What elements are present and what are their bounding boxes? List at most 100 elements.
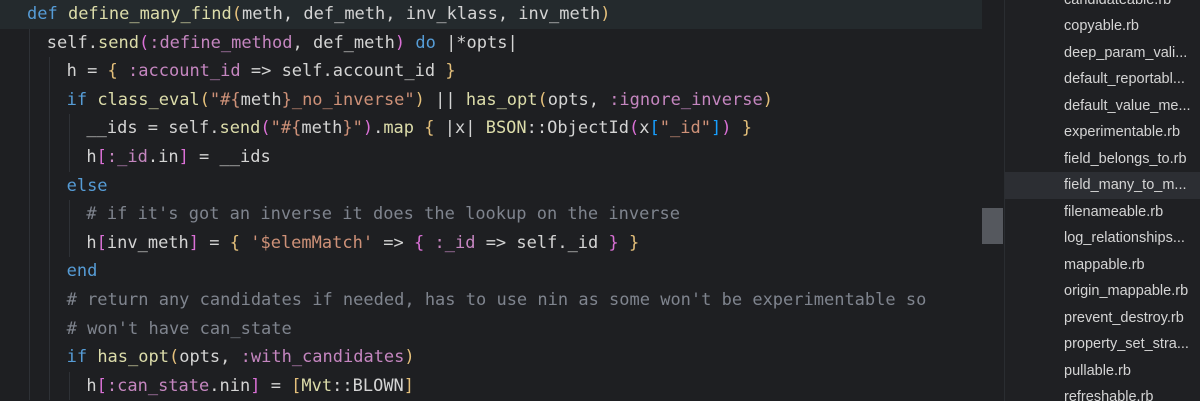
code-token: }" [342, 118, 363, 139]
code-editor[interactable]: def define_many_find(meth, def_meth, inv… [0, 0, 982, 401]
file-tree-item[interactable]: field_belongs_to.rb [1005, 146, 1200, 173]
file-tree-item[interactable]: refreshable.rb [1005, 384, 1200, 401]
code-token: = [199, 232, 230, 253]
code-text: # if it's got an inverse it does the loo… [86, 200, 680, 229]
code-token: opts, [547, 89, 610, 110]
code-text: else [67, 172, 108, 201]
code-token: } [445, 61, 456, 82]
file-tree-item[interactable]: deep_param_vali... [1005, 40, 1200, 67]
code-token: meth, def_meth, inv_klass, inv_meth [241, 4, 601, 24]
code-token: if [66, 89, 98, 110]
code-token: } [608, 232, 619, 253]
indent-guide [48, 57, 50, 86]
code-token: has_opt [97, 347, 169, 368]
file-name: prevent_destroy.rb [1064, 309, 1184, 326]
file-tree-item[interactable]: filenameable.rb [1005, 199, 1200, 226]
code-token: [ [649, 118, 660, 139]
code-line[interactable]: # if it's got an inverse it does the loo… [0, 200, 982, 229]
code-token: } [731, 118, 752, 139]
indent-guide [48, 371, 50, 401]
editor-scrollbar-track[interactable] [982, 0, 1004, 401]
code-token: send [219, 118, 261, 139]
code-line[interactable]: def define_many_find(meth, def_meth, inv… [0, 0, 982, 29]
code-token: "_id" [659, 118, 711, 139]
indent-guide [29, 257, 30, 286]
code-token: send [98, 32, 139, 53]
file-tree-item[interactable]: default_reportabl... [1005, 66, 1200, 93]
code-token: ] [403, 375, 415, 396]
code-line[interactable]: # won't have can_state [0, 314, 982, 344]
indent-guide [29, 85, 30, 115]
code-token: :_id [424, 232, 476, 253]
code-line[interactable]: self.send(:define_method, def_meth) do |… [0, 28, 982, 58]
code-token: ( [231, 4, 242, 24]
file-name: field_belongs_to.rb [1064, 150, 1187, 167]
code-token: { [107, 61, 118, 82]
code-token: def [27, 4, 68, 24]
file-tree-item[interactable]: default_value_me... [1005, 93, 1200, 120]
code-token: has_opt [465, 89, 538, 110]
code-token: ( [260, 118, 271, 139]
code-token: map [383, 118, 415, 139]
file-name: default_reportabl... [1064, 71, 1185, 87]
code-text: h[:can_state.nin] = [Mvt::BLOWN] [86, 372, 414, 401]
code-line[interactable]: h[:_id.in] = __ids [0, 143, 982, 172]
code-token: end [66, 261, 98, 282]
file-name: refreshable.rb [1064, 389, 1154, 401]
code-token: h = [66, 61, 108, 82]
code-line[interactable]: __ids = self.send("#{meth}").map { |x| B… [0, 114, 982, 143]
code-token: do [405, 32, 447, 53]
file-name: default_value_me... [1064, 97, 1191, 114]
code-line[interactable]: else [0, 171, 982, 201]
file-name: property_set_stra... [1064, 336, 1189, 352]
code-token: :_id [106, 147, 148, 167]
code-token: '$elemMatch' [240, 232, 374, 253]
file-tree-item[interactable]: log_relationships... [1005, 225, 1200, 252]
file-tree-item[interactable]: copyable.rb [1005, 13, 1200, 40]
code-token: x [639, 118, 650, 139]
code-line[interactable]: h[:can_state.nin] = [Mvt::BLOWN] [0, 371, 982, 401]
indent-guide [68, 200, 70, 229]
code-token: = __ids [188, 147, 271, 167]
file-tree-item[interactable]: property_set_stra... [1005, 331, 1200, 358]
file-name: field_many_to_m... [1064, 177, 1187, 193]
code-token: [ [96, 375, 107, 396]
code-text: __ids = self.send("#{meth}").map { |x| B… [86, 114, 752, 143]
file-name: log_relationships... [1064, 230, 1185, 246]
file-tree-item[interactable]: pullable.rb [1005, 358, 1200, 385]
file-tree-item[interactable]: prevent_destroy.rb [1005, 305, 1200, 332]
file-tree-item[interactable]: field_many_to_m... [1005, 172, 1200, 199]
indent-guide [48, 257, 50, 286]
indent-guide [48, 114, 50, 143]
code-token: ) [414, 89, 425, 110]
code-token: ] [710, 118, 722, 139]
code-line[interactable]: if class_eval("#{meth}_no_inverse") || h… [0, 85, 982, 115]
code-token: |x| [444, 118, 486, 139]
code-text: # return any candidates if needed, has t… [67, 286, 927, 315]
file-tree-item[interactable]: origin_mappable.rb [1005, 278, 1200, 305]
code-token: [ [291, 375, 302, 396]
code-token: else [66, 175, 108, 196]
code-line[interactable]: end [0, 257, 982, 286]
code-text: def define_many_find(meth, def_meth, inv… [27, 0, 610, 29]
indent-guide [29, 343, 30, 372]
file-name: mappable.rb [1064, 256, 1145, 273]
code-text: if class_eval("#{meth}_no_inverse") || h… [67, 86, 773, 115]
code-token: , def_meth [292, 32, 395, 53]
code-token: . [373, 118, 384, 139]
code-line[interactable]: if has_opt(opts, :with_candidates) [0, 343, 982, 372]
file-tree-item[interactable]: experimentable.rb [1005, 119, 1200, 146]
code-token: || [424, 89, 466, 110]
code-token: { [414, 118, 445, 139]
code-token: .in [147, 147, 179, 167]
file-tree-item[interactable]: candidateable.rb [1005, 0, 1200, 13]
code-line[interactable]: # return any candidates if needed, has t… [0, 286, 982, 315]
editor-scrollbar-thumb[interactable] [982, 208, 1003, 244]
code-line[interactable]: h[inv_meth] = { '$elemMatch' => { :_id =… [0, 228, 982, 258]
code-line[interactable]: h = { :account_id => self.account_id } [0, 57, 982, 86]
file-tree-item[interactable]: mappable.rb [1005, 252, 1200, 279]
code-token: h [86, 375, 97, 396]
indent-guide [68, 143, 70, 172]
indent-guide [29, 114, 30, 143]
code-token: |*opts| [446, 32, 518, 53]
